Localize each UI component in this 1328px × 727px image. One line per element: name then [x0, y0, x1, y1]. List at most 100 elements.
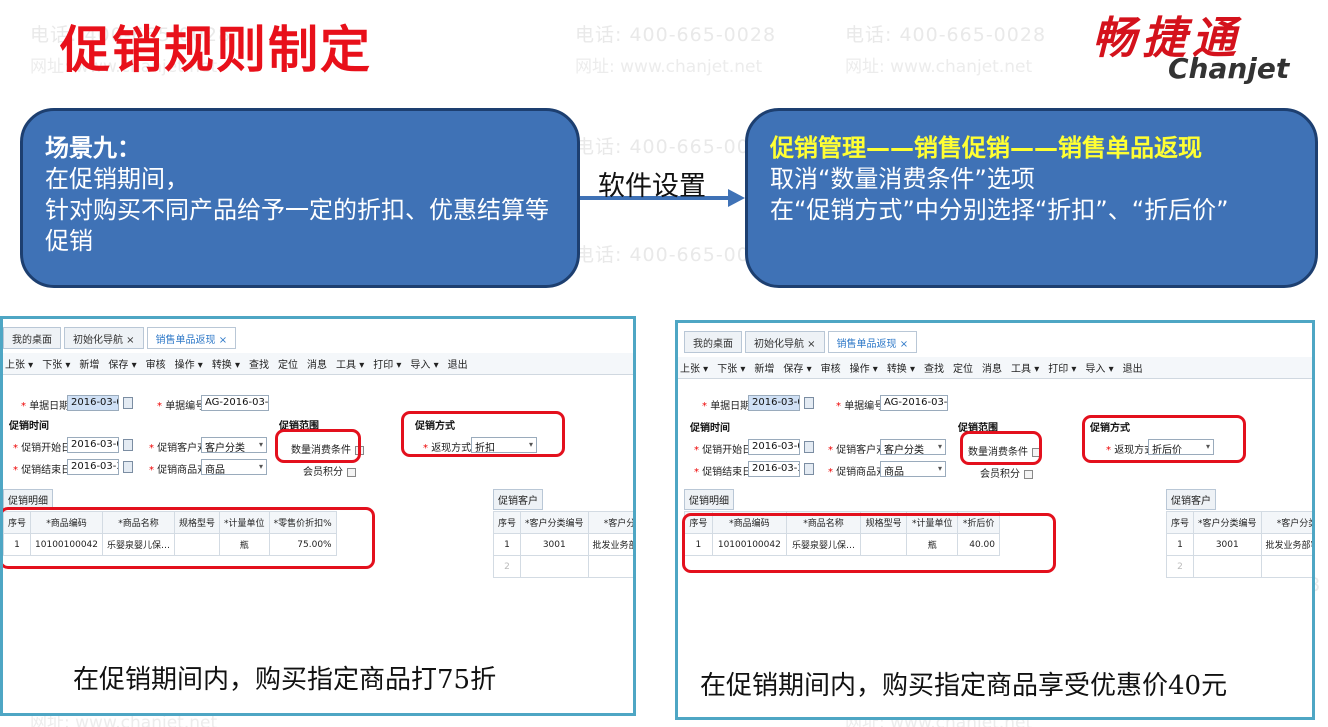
tab-init-nav[interactable]: 初始化导航 × — [745, 331, 825, 353]
customer-table: 序号 *客户分类编号 *客户分类 1 3001 批发业务部客户 2 — [492, 511, 633, 578]
toolbar-convert[interactable]: 转换 ▾ — [887, 360, 915, 375]
table-cell — [587, 555, 633, 578]
customer-tab[interactable]: 促销客户 — [1166, 489, 1216, 510]
table-cell: 批发业务部客户 — [587, 533, 633, 556]
tab-sales-cashback[interactable]: 销售单品返现 × — [146, 327, 237, 349]
doc-date-input[interactable]: 2016-03-04 — [67, 395, 119, 411]
cust-obj-select[interactable]: 客户分类 — [201, 437, 267, 453]
table-cell — [520, 555, 589, 578]
scenario-heading: 场景九： — [45, 134, 141, 162]
column-header: 序号 — [492, 511, 522, 534]
calendar-icon[interactable] — [123, 397, 133, 409]
detail-tab[interactable]: 促销明细 — [684, 489, 734, 510]
start-date-input[interactable]: 2016-03-04 — [748, 439, 800, 455]
calendar-icon[interactable] — [804, 463, 814, 475]
toolbar-print[interactable]: 打印 ▾ — [373, 356, 401, 371]
column-header: *客户分类 — [1260, 511, 1312, 534]
toolbar-audit[interactable]: 审核 — [146, 356, 166, 371]
end-date-input[interactable]: 2016-03-31 — [67, 459, 119, 475]
settings-bubble: 促销管理——销售促销——销售单品返现 取消“数量消费条件”选项 在“促销方式”中… — [745, 108, 1318, 288]
screenshot-discount: 我的桌面 初始化导航 × 销售单品返现 × 上张 ▾ 下张 ▾ 新增 保存 ▾ … — [0, 316, 636, 716]
scenario-bubble: 场景九： 在促销期间， 针对购买不同产品给予一定的折扣、优惠结算等促销 — [20, 108, 580, 288]
toolbar-exit[interactable]: 退出 — [448, 356, 468, 371]
toolbar-next[interactable]: 下张 ▾ — [717, 360, 745, 375]
table-row[interactable]: 1 3001 批发业务部客户 — [492, 533, 633, 556]
menu-path: 促销管理——销售促销——销售单品返现 — [770, 134, 1202, 162]
toolbar-new[interactable]: 新增 — [79, 356, 99, 371]
promo-time-title: 促销时间 — [9, 421, 49, 432]
chevron-down-icon[interactable]: ▾ — [259, 440, 263, 449]
table-row[interactable]: 1 3001 批发业务部客户 — [1165, 533, 1312, 556]
tab-desktop[interactable]: 我的桌面 — [3, 327, 61, 349]
column-header: *客户分类 — [587, 511, 633, 534]
tab-sales-cashback[interactable]: 销售单品返现 × — [827, 331, 918, 353]
toolbar-audit[interactable]: 审核 — [821, 360, 841, 375]
tab-desktop[interactable]: 我的桌面 — [684, 331, 742, 353]
doc-no-input[interactable]: AG-2016-03-0002 — [201, 395, 269, 411]
toolbar-save[interactable]: 保存 ▾ — [783, 360, 811, 375]
toolbar-prev[interactable]: 上张 ▾ — [5, 356, 33, 371]
chevron-down-icon[interactable]: ▾ — [938, 464, 942, 473]
table-header-row: 序号 *客户分类编号 *客户分类 — [1165, 511, 1312, 534]
calendar-icon[interactable] — [804, 397, 814, 409]
settings-line: 取消“数量消费条件”选项 — [770, 165, 1035, 193]
member-points-checkbox[interactable]: 会员积分 — [980, 465, 1033, 480]
toolbar-import[interactable]: 导入 ▾ — [410, 356, 438, 371]
toolbar-save[interactable]: 保存 ▾ — [108, 356, 136, 371]
highlight-circle — [275, 429, 361, 463]
item-obj-select[interactable]: 商品 — [201, 459, 267, 475]
calendar-icon[interactable] — [123, 461, 133, 473]
table-cell: 2 — [1165, 555, 1195, 578]
highlight-circle — [401, 411, 565, 457]
toolbar-next[interactable]: 下张 ▾ — [42, 356, 70, 371]
toolbar-operate[interactable]: 操作 ▾ — [175, 356, 203, 371]
highlight-circle — [960, 431, 1042, 465]
toolbar-message[interactable]: 消息 — [982, 360, 1002, 375]
toolbar-locate[interactable]: 定位 — [278, 356, 298, 371]
toolbar-find[interactable]: 查找 — [924, 360, 944, 375]
tab-init-nav[interactable]: 初始化导航 × — [64, 327, 144, 349]
logo-english: Chanjet — [1168, 52, 1290, 85]
highlight-circle — [682, 513, 1056, 573]
toolbar-new[interactable]: 新增 — [754, 360, 774, 375]
start-date-input[interactable]: 2016-03-04 — [67, 437, 119, 453]
table-header-row: 序号 *客户分类编号 *客户分类 — [492, 511, 633, 534]
calendar-icon[interactable] — [123, 439, 133, 451]
toolbar-prev[interactable]: 上张 ▾ — [680, 360, 708, 375]
screenshot-discounted-price: 我的桌面 初始化导航 × 销售单品返现 × 上张 ▾ 下张 ▾ 新增 保存 ▾ … — [675, 320, 1315, 720]
toolbar-operate[interactable]: 操作 ▾ — [850, 360, 878, 375]
chevron-down-icon[interactable]: ▾ — [259, 462, 263, 471]
item-obj-select[interactable]: 商品 — [880, 461, 946, 477]
toolbar-exit[interactable]: 退出 — [1123, 360, 1143, 375]
member-points-checkbox[interactable]: 会员积分 — [303, 463, 356, 478]
toolbar-tools[interactable]: 工具 ▾ — [336, 356, 364, 371]
table-cell — [1260, 555, 1312, 578]
doc-no-input[interactable]: AG-2016-03-0002 — [880, 395, 948, 411]
slide-title: 促销规则制定 — [60, 21, 372, 79]
toolbar-convert[interactable]: 转换 ▾ — [212, 356, 240, 371]
cust-obj-select[interactable]: 客户分类 — [880, 439, 946, 455]
watermark-site: 网址: www.chanjet.net — [845, 57, 1033, 77]
scenario-line: 在促销期间， — [45, 165, 189, 193]
scenario-line: 针对购买不同产品给予一定的折扣、优惠结算等促销 — [45, 196, 549, 255]
doc-date-label: * 单据日期 — [702, 401, 751, 412]
toolbar-import[interactable]: 导入 ▾ — [1085, 360, 1113, 375]
table-cell: 2 — [492, 555, 522, 578]
calendar-icon[interactable] — [804, 441, 814, 453]
settings-line: 在“促销方式”中分别选择“折扣”、“折后价” — [770, 196, 1229, 224]
table-cell: 1 — [492, 533, 522, 556]
customer-tab[interactable]: 促销客户 — [493, 489, 543, 510]
table-cell: 3001 — [520, 533, 589, 556]
toolbar-find[interactable]: 查找 — [249, 356, 269, 371]
arrow-label: 软件设置 — [598, 171, 706, 202]
toolbar-print[interactable]: 打印 ▾ — [1048, 360, 1076, 375]
toolbar-tools[interactable]: 工具 ▾ — [1011, 360, 1039, 375]
watermark-phone: 电话: 400-665-0028 — [845, 24, 1047, 46]
toolbar-message[interactable]: 消息 — [307, 356, 327, 371]
toolbar-locate[interactable]: 定位 — [953, 360, 973, 375]
doc-date-input[interactable]: 2016-03-04 — [748, 395, 800, 411]
table-row[interactable]: 2 — [1165, 555, 1312, 578]
chevron-down-icon[interactable]: ▾ — [938, 442, 942, 451]
table-row[interactable]: 2 — [492, 555, 633, 578]
end-date-input[interactable]: 2016-03-31 — [748, 461, 800, 477]
